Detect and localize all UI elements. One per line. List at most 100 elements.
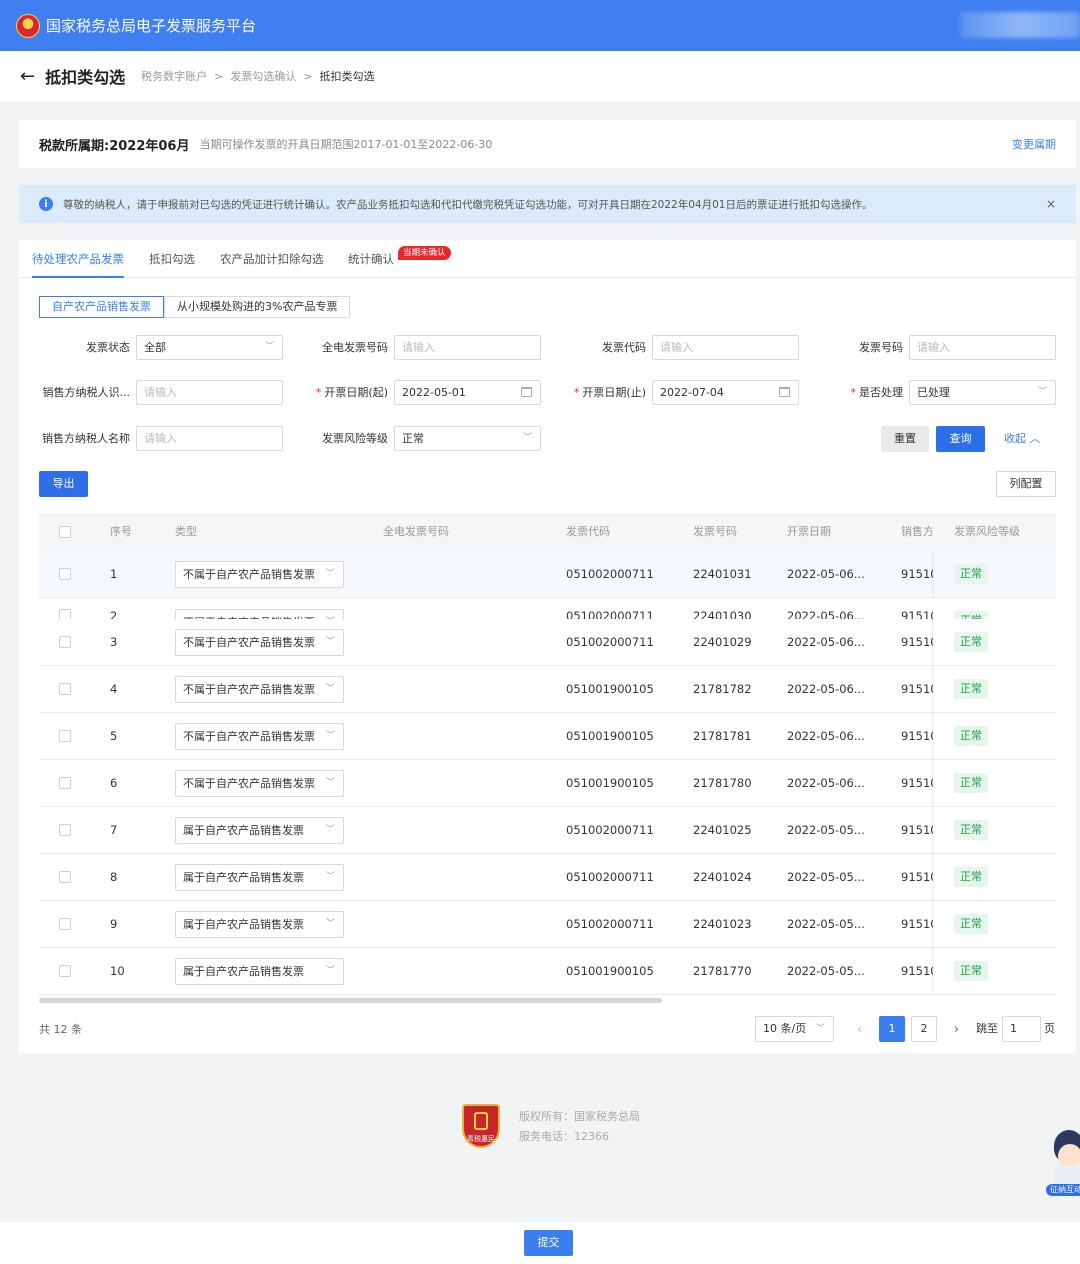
chevron-down-icon: ﹀	[325, 637, 335, 647]
table-row[interactable]: 5 不属于自产农产品销售发票 ﹀ 051001900105 21781781 20…	[39, 713, 1056, 760]
page-1[interactable]: 1	[879, 1016, 905, 1042]
row-code: 051001900105	[566, 729, 654, 743]
fixed-column-shadow	[932, 807, 935, 854]
row-seller: 91510	[901, 870, 933, 884]
table-row[interactable]: 7 属于自产农产品销售发票 ﹀ 051002000711 22401025 202…	[39, 807, 1056, 854]
subtab-self-produced[interactable]: 自产农产品销售发票	[39, 296, 164, 318]
reset-button[interactable]: 重置	[881, 426, 929, 452]
tab-statistics-confirm[interactable]: 统计确认	[348, 240, 394, 278]
query-button[interactable]: 查询	[936, 426, 985, 452]
row-checkbox[interactable]	[59, 636, 71, 648]
table-row[interactable]: 9 属于自产农产品销售发票 ﹀ 051002000711 22401023 202…	[39, 901, 1056, 948]
row-checkbox[interactable]	[59, 965, 71, 977]
invoice-status-label: 发票状态	[86, 341, 130, 354]
change-period-link[interactable]: 变更属期	[1012, 136, 1056, 152]
row-checkbox[interactable]	[59, 730, 71, 742]
fixed-column-shadow	[932, 619, 935, 666]
row-type-select[interactable]: 不属于自产农产品销售发票﹀	[175, 770, 344, 797]
invoice-status-value: 全部	[144, 341, 166, 354]
row-checkbox[interactable]	[59, 777, 71, 789]
tab-pending-farm-invoices[interactable]: 待处理农产品发票	[32, 240, 124, 278]
table-row[interactable]: 8 属于自产农产品销售发票 ﹀ 051002000711 22401024 202…	[39, 854, 1056, 901]
row-number: 22401030	[693, 609, 752, 621]
tax-logo: 青税惠民	[462, 1104, 500, 1148]
row-no: 4	[110, 682, 118, 696]
export-button[interactable]: 导出	[39, 471, 88, 497]
notice-banner: i 尊敬的纳税人，请于申报前对已勾选的凭证进行统计确认。农产品业务抵扣勾选和代扣…	[19, 185, 1076, 223]
row-no: 5	[110, 729, 118, 743]
row-type-select[interactable]: 属于自产农产品销售发票 ﹀	[175, 958, 344, 985]
invoice-number-input[interactable]: 请输入	[909, 335, 1056, 360]
breadcrumb-item-account[interactable]: 税务数字账户	[141, 68, 207, 84]
chevron-down-icon: ﹀	[325, 966, 335, 976]
row-no: 2	[110, 609, 118, 621]
back-arrow-icon[interactable]: ←	[20, 66, 35, 87]
fixed-column-shadow	[932, 551, 935, 598]
row-type-select[interactable]: 不属于自产农产品销售发票﹀	[175, 561, 344, 588]
invoice-status-select[interactable]: 全部 ﹀	[136, 335, 283, 360]
chevron-down-icon: ﹀	[325, 569, 335, 579]
row-checkbox[interactable]	[59, 683, 71, 695]
row-date: 2022-05-06...	[787, 567, 865, 581]
row-no: 3	[110, 635, 118, 649]
table-row[interactable]: 3 不属于自产农产品销售发票 ﹀ 051002000711 22401029 20…	[39, 619, 1056, 666]
table-row[interactable]: 4 不属于自产农产品销售发票 ﹀ 051001900105 21781782 20…	[39, 666, 1056, 713]
column-config-button[interactable]: 列配置	[996, 471, 1056, 497]
risk-badge: 正常	[954, 914, 988, 934]
row-number: 21781781	[693, 729, 752, 743]
select-all-checkbox[interactable]	[59, 526, 71, 538]
user-info-blurred[interactable]	[960, 12, 1080, 38]
row-type-select[interactable]: 属于自产农产品销售发票 ﹀	[175, 911, 344, 938]
prev-page-icon[interactable]: ‹	[857, 1016, 862, 1042]
row-checkbox[interactable]	[59, 568, 71, 580]
invoice-code-input[interactable]: 请输入	[652, 335, 799, 360]
row-checkbox[interactable]	[59, 824, 71, 836]
goto-page-input[interactable]: 1	[1002, 1016, 1041, 1042]
risk-level-select[interactable]: 正常 ﹀	[394, 426, 541, 451]
row-date: 2022-05-06...	[787, 682, 865, 696]
chevron-down-icon: ﹀	[264, 342, 274, 352]
assistant-avatar[interactable]: 征纳互动	[1046, 1130, 1080, 1196]
breadcrumb-bar: ← 抵扣类勾选 税务数字账户 > 发票勾选确认 > 抵扣类勾选	[0, 51, 1080, 101]
seller-name-input[interactable]: 请输入	[136, 426, 283, 451]
seller-tax-id-input[interactable]: 请输入	[136, 380, 283, 405]
subtab-small-scale-3pct[interactable]: 从小规模处购进的3%农产品专票	[164, 296, 351, 318]
row-code: 051001900105	[566, 776, 654, 790]
row-type-select[interactable]: 属于自产农产品销售发票 ﹀	[175, 817, 344, 844]
close-icon[interactable]: ×	[1046, 197, 1056, 211]
fixed-column-shadow	[932, 948, 935, 995]
date-end-input[interactable]: 2022-07-04	[652, 380, 799, 405]
submit-button[interactable]: 提交	[524, 1230, 573, 1256]
assistant-tag[interactable]: 征纳互动	[1046, 1184, 1080, 1196]
row-code: 051002000711	[566, 567, 654, 581]
page-2[interactable]: 2	[911, 1016, 937, 1042]
col-header-date: 开票日期	[787, 525, 831, 538]
page-size-select[interactable]: 10 条/页 ﹀	[755, 1016, 834, 1042]
date-start-input[interactable]: 2022-05-01	[394, 380, 541, 405]
notice-text: 尊敬的纳税人，请于申报前对已勾选的凭证进行统计确认。农产品业务抵扣勾选和代扣代缴…	[63, 198, 873, 211]
row-type-select[interactable]: 不属于自产农产品销售发票﹀	[175, 676, 344, 703]
row-checkbox[interactable]	[59, 871, 71, 883]
table-row[interactable]: 6 不属于自产农产品销售发票 ﹀ 051001900105 21781780 20…	[39, 760, 1056, 807]
full-invoice-no-input[interactable]: 请输入	[394, 335, 541, 360]
processed-select[interactable]: 已处理 ﹀	[909, 380, 1056, 405]
table-row[interactable]: 10 属于自产农产品销售发票 ﹀ 051001900105 21781770 20…	[39, 948, 1056, 995]
tab-farm-extra-deduction[interactable]: 农产品加计扣除勾选	[220, 240, 324, 278]
row-code: 051002000711	[566, 870, 654, 884]
row-type-select[interactable]: 不属于自产农产品销售发票﹀	[175, 629, 344, 656]
row-code: 051002000711	[566, 635, 654, 649]
row-no: 9	[110, 917, 118, 931]
breadcrumb-item-confirm[interactable]: 发票勾选确认	[230, 68, 296, 84]
tab-deduction-select[interactable]: 抵扣勾选	[149, 240, 195, 278]
table-row[interactable]: 1 不属于自产农产品销售发票 ﹀ 051002000711 22401031 20…	[39, 551, 1056, 598]
goto-label: 跳至	[976, 1022, 998, 1035]
collapse-link[interactable]: 收起 ︿	[1004, 426, 1041, 452]
risk-badge: 正常	[954, 726, 988, 746]
risk-badge: 正常	[954, 867, 988, 887]
next-page-icon[interactable]: ›	[954, 1016, 959, 1042]
row-type-select[interactable]: 属于自产农产品销售发票 ﹀	[175, 864, 344, 891]
horizontal-scrollbar[interactable]	[39, 998, 662, 1003]
row-date: 2022-05-06...	[787, 729, 865, 743]
row-checkbox[interactable]	[59, 918, 71, 930]
row-type-select[interactable]: 不属于自产农产品销售发票﹀	[175, 723, 344, 750]
